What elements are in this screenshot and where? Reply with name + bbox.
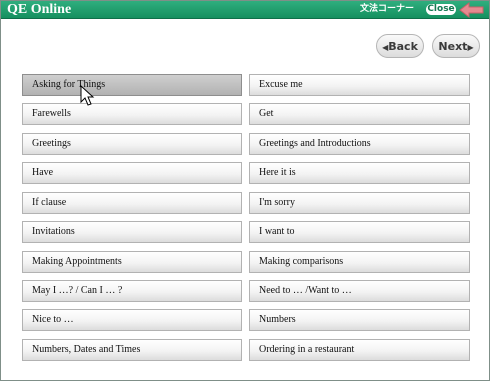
topic-button[interactable]: Here it is xyxy=(249,162,470,184)
mouse-cursor-icon xyxy=(80,85,95,106)
grammar-corner-label: 文法コーナー xyxy=(360,4,415,14)
next-button[interactable]: Next▶ xyxy=(432,34,480,58)
topic-button[interactable]: Nice to … xyxy=(22,309,242,331)
app-title: QE Online xyxy=(7,2,72,17)
topic-button[interactable]: Get xyxy=(249,103,470,125)
title-bar: QE Online 文法コーナー Close xyxy=(1,1,489,19)
app-window: QE Online 文法コーナー Close ◀Back Next▶ Askin… xyxy=(0,0,490,381)
topic-button[interactable]: I want to xyxy=(249,221,470,243)
topic-button[interactable]: Making Appointments xyxy=(22,251,242,273)
topic-button[interactable]: Numbers xyxy=(249,309,470,331)
close-button[interactable]: Close xyxy=(426,4,456,15)
topic-button[interactable]: Need to … /Want to … xyxy=(249,280,470,302)
topic-button[interactable]: Greetings and Introductions xyxy=(249,133,470,155)
next-label: Next xyxy=(438,40,468,53)
back-label: Back xyxy=(388,40,418,53)
topic-button[interactable]: Invitations xyxy=(22,221,242,243)
topic-button[interactable]: Numbers, Dates and Times xyxy=(22,339,242,361)
topic-button[interactable]: I'm sorry xyxy=(249,192,470,214)
back-arrow-icon[interactable] xyxy=(459,2,485,18)
topic-button[interactable]: May I …? / Can I … ? xyxy=(22,280,242,302)
topic-button[interactable]: Have xyxy=(22,162,242,184)
back-button[interactable]: ◀Back xyxy=(376,34,424,58)
topic-button[interactable]: If clause xyxy=(22,192,242,214)
topic-button[interactable]: Ordering in a restaurant xyxy=(249,339,470,361)
topic-button[interactable]: Excuse me xyxy=(249,74,470,96)
topic-button[interactable]: Farewells xyxy=(22,103,242,125)
topic-button[interactable]: Asking for Things xyxy=(22,74,242,96)
topic-button[interactable]: Making comparisons xyxy=(249,251,470,273)
right-triangle-icon: ▶ xyxy=(467,43,474,52)
topic-button[interactable]: Greetings xyxy=(22,133,242,155)
